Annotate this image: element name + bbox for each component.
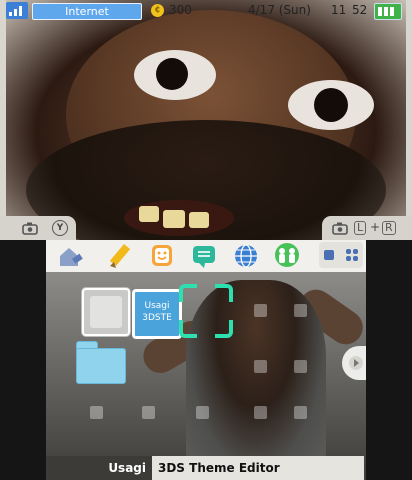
grid-marker <box>294 406 307 419</box>
usagi-app-label: Usagi 3DSTE <box>142 301 172 323</box>
tooth <box>163 210 185 228</box>
selection-cursor <box>179 284 233 338</box>
grid-marker <box>90 406 103 419</box>
date: 4/17 (Sun) <box>248 3 311 17</box>
chevron-right-icon <box>349 356 363 370</box>
grid-marker <box>254 406 267 419</box>
status-bar: Internet ¢ 300 4/17 (Sun) 11 52 <box>0 0 412 22</box>
folder-icon[interactable] <box>76 348 126 384</box>
bottom-screen: Usagi 3DSTE Usagi 3DS Theme Editor <box>46 240 366 480</box>
connection-status: Internet <box>32 3 142 20</box>
l-button-icon: L <box>354 221 367 235</box>
friends-icon[interactable] <box>272 242 302 270</box>
left-iris <box>156 58 188 90</box>
grid-marker <box>196 406 209 419</box>
grid-marker <box>142 406 155 419</box>
grid-marker <box>294 360 307 373</box>
app-title-full: 3DS Theme Editor <box>152 456 364 480</box>
app-title-short: Usagi <box>46 456 152 480</box>
battery-icon <box>374 3 402 20</box>
coin-icon: ¢ <box>151 4 164 17</box>
empty-slot[interactable] <box>82 288 130 336</box>
large-icons-view-icon[interactable] <box>324 250 334 260</box>
usagi-app-icon[interactable]: Usagi 3DSTE <box>132 289 182 339</box>
grid-marker <box>254 304 267 317</box>
y-button-icon: Y <box>52 220 68 236</box>
camera-icon <box>332 222 348 235</box>
settings-icon[interactable] <box>56 242 86 270</box>
coin-count: 300 <box>169 3 192 17</box>
view-toggle <box>319 242 363 268</box>
tooth <box>139 206 159 222</box>
camera-icon <box>22 222 38 235</box>
signal-icon <box>6 2 28 19</box>
screenshot-tab-left[interactable]: Y <box>0 216 76 240</box>
r-button-icon: R <box>382 221 396 235</box>
top-screen: Internet ¢ 300 4/17 (Sun) 11 52 <box>0 0 412 240</box>
smiley-icon[interactable] <box>147 242 177 270</box>
pencil-icon[interactable] <box>106 242 136 270</box>
grid-marker <box>294 304 307 317</box>
grid-view-icon[interactable] <box>346 249 358 261</box>
clock-hour: 11 <box>331 3 347 17</box>
plus-sign: + <box>370 220 381 234</box>
notes-icon[interactable] <box>189 242 219 270</box>
selected-app-title-bar: Usagi 3DS Theme Editor <box>46 456 366 480</box>
home-menu-toolbar <box>46 240 366 272</box>
globe-icon[interactable] <box>231 242 261 270</box>
tooth <box>189 212 209 228</box>
empty-slot-inner <box>90 296 122 328</box>
right-iris <box>314 88 348 122</box>
top-wallpaper-image <box>6 0 406 240</box>
grid-marker <box>254 360 267 373</box>
clock-minute: 52 <box>352 3 368 17</box>
screenshot-tab-right[interactable]: L + R <box>322 216 412 240</box>
